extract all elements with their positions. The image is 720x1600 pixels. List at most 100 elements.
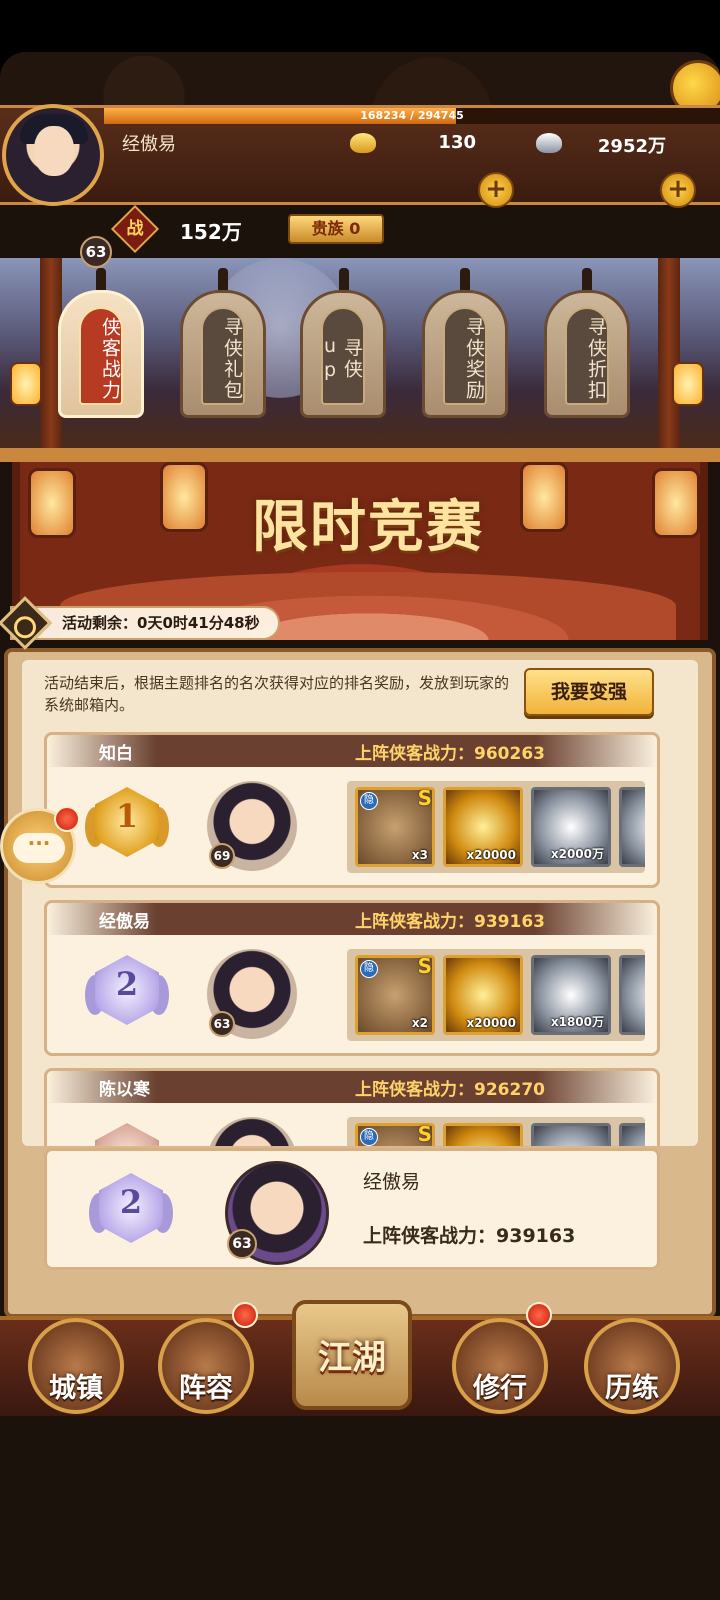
my-rank-number: 2 <box>119 1183 143 1221</box>
chat-notification-dot <box>54 806 80 832</box>
player-avatar[interactable] <box>2 104 104 206</box>
gold-ingot-icon <box>350 133 376 153</box>
reward-gold[interactable]: x20000 <box>443 787 523 867</box>
silver-ingot-icon <box>536 133 562 153</box>
lantern-decoration <box>10 362 42 406</box>
tab-label: 寻侠折扣 <box>565 307 609 405</box>
battle-power-icon-text: 战 <box>126 219 144 239</box>
ranking-list[interactable]: 知白 上阵侠客战力：960263 1 69 隐 S x3 x20000 x200… <box>22 660 698 1146</box>
rank-medal-bronze <box>87 1123 167 1146</box>
reward-more[interactable] <box>619 1123 645 1146</box>
tab-hero-pack[interactable]: 寻侠礼包 <box>180 290 266 418</box>
nav-cultivation-badge <box>526 1302 552 1328</box>
tab-hero-discount[interactable]: 寻侠折扣 <box>544 290 630 418</box>
rank-card-2: 经傲易 上阵侠客战力：939163 2 63 隐 S x2 x20000 x18… <box>44 900 660 1056</box>
tab-label: 寻侠up <box>319 307 365 405</box>
reward-silver[interactable]: x1800万 <box>531 955 611 1035</box>
rank-medal-gold: 1 <box>85 787 169 867</box>
reward-count: x3 <box>411 848 428 862</box>
tab-label: 侠客战力 <box>79 307 123 405</box>
my-name: 经傲易 <box>363 1171 421 1193</box>
nav-cultivation-label: 修行 <box>473 1373 527 1404</box>
banner-frame <box>0 448 720 462</box>
my-rank-medal: 2 <box>89 1173 173 1253</box>
medal-shape <box>95 1123 159 1146</box>
exp-bar: 168234 / 294745 <box>104 108 720 124</box>
reward-hero-shard[interactable]: 隐 S x3 <box>355 786 435 867</box>
rank-power: 上阵侠客战力：926270 <box>355 1075 545 1100</box>
hero-level-badge: 63 <box>209 1011 235 1037</box>
reward-gold[interactable] <box>443 1123 523 1146</box>
tab-hero-reward[interactable]: 寻侠奖励 <box>422 290 508 418</box>
reward-count: x1800万 <box>550 1015 604 1029</box>
noble-badge[interactable]: 贵族 0 <box>288 214 384 244</box>
reward-hero-shard[interactable]: 隐 S <box>355 1122 435 1146</box>
tab-label: 寻侠奖励 <box>443 307 487 405</box>
rank-number: 1 <box>115 797 139 835</box>
my-hero-level-badge: 63 <box>227 1229 257 1259</box>
reward-count: x2000万 <box>550 847 604 861</box>
add-silver-button[interactable]: + <box>660 172 696 208</box>
rank-power-label: 上阵侠客战力： <box>355 744 474 764</box>
silver-value: 2952万 <box>597 136 666 157</box>
s-rank-tag: S <box>417 786 432 810</box>
rank-power: 上阵侠客战力：939163 <box>355 907 545 932</box>
battle-power-value: 152万 <box>180 220 242 244</box>
tab-hero-up[interactable]: 寻侠up <box>300 290 386 418</box>
lantern-decoration <box>672 362 704 406</box>
reward-count: x20000 <box>466 1016 517 1030</box>
rank-card-header <box>47 735 657 767</box>
s-rank-tag: S <box>417 954 432 978</box>
rank-player-name: 经傲易 <box>99 912 150 932</box>
rank-card-3: 陈以寒 上阵侠客战力：926270 隐 S <box>44 1068 660 1146</box>
bottom-area <box>0 1416 720 1600</box>
my-power: 上阵侠客战力：939163 <box>363 1225 576 1247</box>
nav-town-label: 城镇 <box>49 1373 103 1404</box>
hero-avatar[interactable] <box>207 1117 297 1146</box>
event-description: 活动结束后，根据主题排名的名次获得对应的排名奖励，发放到玩家的系统邮箱内。 <box>44 674 510 714</box>
hidden-tag: 隐 <box>360 1128 378 1146</box>
status-bar <box>0 0 720 52</box>
rank-player-name: 知白 <box>99 744 133 764</box>
rank-power: 上阵侠客战力：960263 <box>355 739 545 764</box>
hidden-tag: 隐 <box>360 792 378 810</box>
event-title: 限时竞赛 <box>252 494 484 560</box>
rank-number: 2 <box>115 965 139 1003</box>
reward-list: 隐 S x3 x20000 x2000万 <box>347 781 645 873</box>
nav-lineup-label: 阵容 <box>179 1373 233 1404</box>
rank-medal-silver: 2 <box>85 955 169 1035</box>
reward-list: 隐 S <box>347 1117 645 1146</box>
hero-level-badge: 69 <box>209 843 235 869</box>
rank-player-name: 陈以寒 <box>99 1080 150 1100</box>
become-stronger-button[interactable]: 我要变强 <box>524 668 654 716</box>
reward-more[interactable] <box>619 787 645 867</box>
rank-power-label: 上阵侠客战力： <box>355 912 474 932</box>
player-level-badge: 63 <box>80 236 112 268</box>
reward-more[interactable] <box>619 955 645 1035</box>
reward-silver[interactable] <box>531 1123 611 1146</box>
exp-text: 168234 / 294745 <box>360 109 464 122</box>
hidden-tag: 隐 <box>360 960 378 978</box>
reward-count: x2 <box>411 1016 428 1030</box>
add-gold-button[interactable]: + <box>478 172 514 208</box>
rank-power-value: 939163 <box>474 912 545 932</box>
reward-gold[interactable]: x20000 <box>443 955 523 1035</box>
chat-icon: ··· <box>13 833 65 863</box>
gold-value: 130 <box>438 132 476 153</box>
rank-card-1: 知白 上阵侠客战力：960263 1 69 隐 S x3 x20000 x200… <box>44 732 660 888</box>
rank-power-value: 926270 <box>474 1080 545 1100</box>
reward-count: x20000 <box>466 848 517 862</box>
tab-hero-power[interactable]: 侠客战力 <box>58 290 144 418</box>
avatar-face <box>34 126 74 176</box>
rank-power-label: 上阵侠客战力： <box>355 1080 474 1100</box>
rank-power-value: 960263 <box>474 744 545 764</box>
tab-label: 寻侠礼包 <box>201 307 245 405</box>
nav-jianghu-label: 江湖 <box>318 1338 386 1378</box>
reward-list: 隐 S x2 x20000 x1800万 <box>347 949 645 1041</box>
s-rank-tag: S <box>417 1122 432 1146</box>
player-name: 经傲易 <box>122 134 176 155</box>
my-rank-card: 2 63 经傲易 上阵侠客战力：939163 <box>44 1148 660 1270</box>
reward-silver[interactable]: x2000万 <box>531 787 611 867</box>
pillar-decoration <box>658 258 680 448</box>
reward-hero-shard[interactable]: 隐 S x2 <box>355 954 435 1035</box>
